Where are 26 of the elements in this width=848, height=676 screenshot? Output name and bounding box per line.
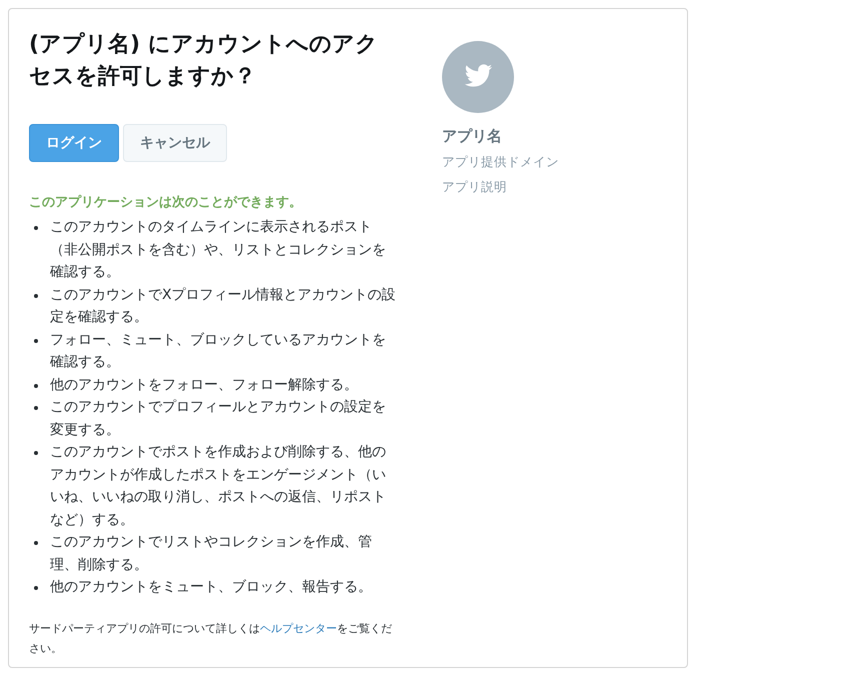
help-center-link[interactable]: ヘルプセンター xyxy=(260,622,337,634)
bullet-icon xyxy=(34,226,38,230)
bullet-icon xyxy=(34,294,38,298)
permission-text: このアカウントのタイムラインに表示されるポスト（非公開ポストを含む）や、リストとコレクションを確認する。 xyxy=(50,218,387,282)
dialog-title: (アプリ名) にアカウントへのアクセスを許可しますか？ xyxy=(29,31,379,91)
bullet-icon xyxy=(34,586,38,590)
action-button[interactable]: ログイン xyxy=(29,124,119,162)
app-name: アプリ名 xyxy=(442,127,503,146)
bullet-icon xyxy=(34,384,38,388)
permission-text: このアカウントでリストやコレクションを作成、管理、削除する。 xyxy=(50,533,373,574)
permission-text: このアカウントでポストを作成および削除する、他のアカウントが作成したポストをエンゲージメント（いいね、いいねの取り消し、ポストへの返信、リポストなど）する。 xyxy=(50,443,387,530)
bullet-icon xyxy=(34,406,38,410)
bullet-icon xyxy=(34,338,38,342)
permission-text: 他のアカウントをフォロー、フォロー解除する。 xyxy=(50,376,359,394)
bullet-icon xyxy=(34,451,38,455)
permission-text: フォロー、ミュート、ブロックしているアカウントを確認する。 xyxy=(50,330,387,372)
app-domain: アプリ提供ドメイン xyxy=(442,154,559,171)
help-text: サードパーティアプリの許可について詳しくはヘルプセンターをご覧ください。 xyxy=(29,620,393,656)
bullet-icon xyxy=(34,541,38,545)
permissions-heading: このアプリケーションは次のことができます。 xyxy=(29,194,303,212)
permission-text: このアカウントでXプロフィール情報とアカウントの設定を確認する。 xyxy=(50,286,397,327)
action-button[interactable]: キャンセル xyxy=(123,124,227,162)
bird-icon xyxy=(442,41,514,113)
permission-text: このアカウントでプロフィールとアカウントの設定を変更する。 xyxy=(50,398,387,440)
permission-text: 他のアカウントをミュート、ブロック、報告する。 xyxy=(50,578,373,597)
app-description: アプリ説明 xyxy=(442,179,508,196)
